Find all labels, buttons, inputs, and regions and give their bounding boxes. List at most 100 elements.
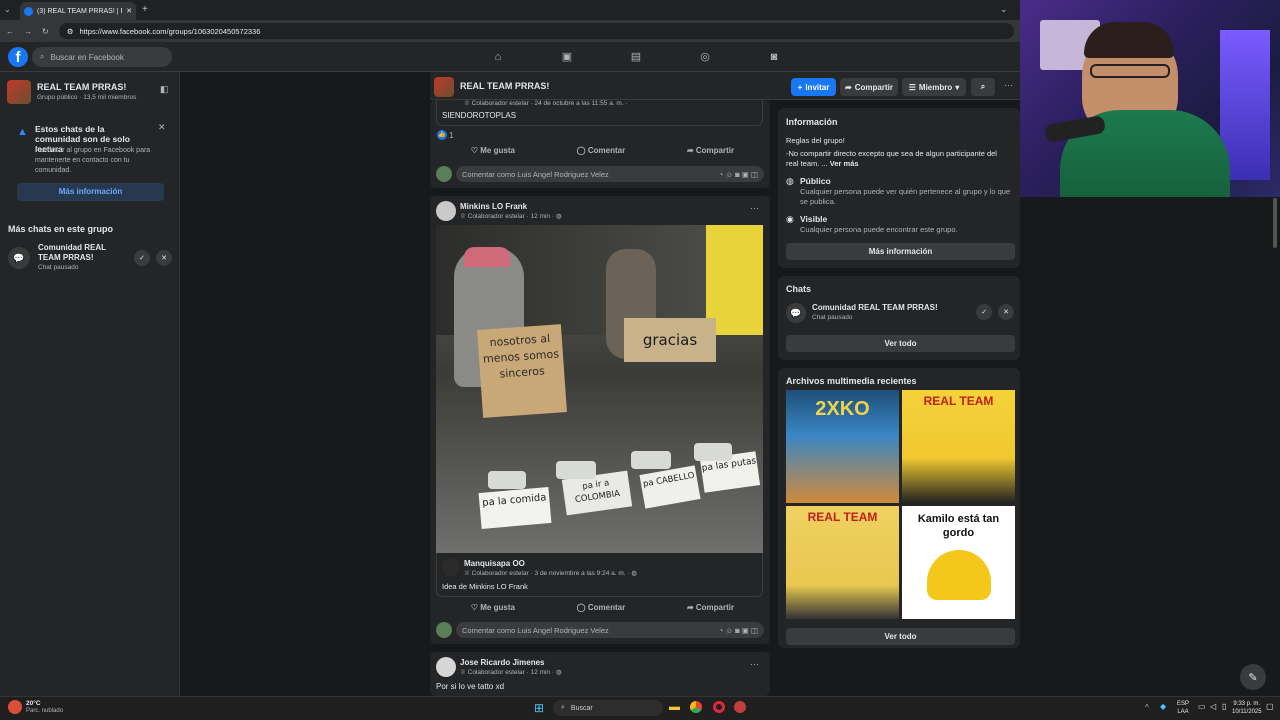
notification-icon[interactable]: ▢ — [1266, 702, 1274, 711]
more-info-button[interactable]: Más información — [17, 183, 164, 201]
group-name[interactable]: REAL TEAM PRRAS! — [37, 82, 126, 92]
like-button[interactable]: ♡ Me gusta — [471, 146, 515, 155]
post-options-icon[interactable]: ··· — [750, 659, 759, 669]
see-more-link[interactable]: Ver más — [830, 159, 859, 168]
post-author[interactable]: Jose Ricardo Jimenes — [460, 658, 544, 667]
author-avatar[interactable] — [436, 657, 456, 677]
badge-label: Colaborador estelar — [471, 100, 529, 107]
new-tab-icon[interactable]: + — [142, 4, 148, 15]
browser-tab[interactable]: (3) REAL TEAM PRRAS! | Facebo ✕ — [20, 2, 136, 20]
post-author[interactable]: Minkins LO Frank — [460, 202, 527, 211]
post-image[interactable]: nosotros al menos somos sinceros gracias… — [436, 225, 763, 553]
close-tab-icon[interactable]: ✕ — [126, 7, 132, 15]
file-explorer-icon[interactable]: ▬ — [669, 701, 680, 713]
reload-icon[interactable]: ↻ — [42, 27, 49, 36]
opera-icon[interactable] — [713, 701, 725, 713]
comment-tools-icon[interactable]: ◔ ☺ ◙ ▣ ◫ — [719, 170, 758, 179]
app-icon[interactable] — [734, 701, 746, 713]
chat-name[interactable]: Comunidad REAL TEAM PRRAS! — [38, 243, 128, 263]
globe-icon: ◍ — [555, 669, 562, 676]
member-button[interactable]: ☰ Miembro ▾ — [902, 78, 966, 96]
invite-button[interactable]: + Invitar — [791, 78, 836, 96]
comment-button[interactable]: ◯ Comentar — [577, 146, 626, 155]
post-time[interactable]: · 12 min · — [527, 669, 554, 676]
more-options-icon[interactable]: ··· — [1004, 80, 1013, 90]
post-time[interactable]: · 12 min · — [527, 213, 554, 220]
group-avatar[interactable] — [7, 80, 31, 104]
back-icon[interactable]: ← — [6, 27, 14, 36]
comment-input[interactable]: Comentar como Luis Angel Rodriguez Velez… — [456, 166, 764, 182]
chat-name[interactable]: Comunidad REAL TEAM PRRAS! — [812, 303, 938, 312]
like-reaction-icon[interactable]: 👍 — [437, 130, 447, 140]
share-button[interactable]: ➦ Compartir — [687, 603, 734, 612]
tab-search-icon[interactable]: ⌄ — [1000, 4, 1008, 15]
home-icon[interactable]: ⌂ — [491, 50, 505, 64]
windows-start-icon[interactable]: ⊞ — [534, 701, 544, 715]
media-thumb-realteam[interactable]: REAL TEAM — [902, 390, 1015, 503]
group-header-avatar[interactable] — [434, 77, 454, 97]
pink-cap — [464, 247, 510, 267]
group-meta: Grupo público · 13,5 mil miembros — [37, 94, 137, 101]
chrome-icon[interactable] — [690, 701, 702, 713]
shared-author-avatar[interactable] — [442, 558, 460, 576]
sign-gracias: gracias — [624, 318, 716, 362]
like-button[interactable]: ♡ Me gusta — [471, 603, 515, 612]
author-avatar[interactable] — [436, 201, 456, 221]
close-notice-icon[interactable]: ✕ — [158, 122, 166, 133]
see-all-media-button[interactable]: Ver todo — [786, 628, 1015, 645]
weather-temp[interactable]: 20°C — [26, 700, 41, 707]
battery-icon[interactable]: ▯ — [1222, 702, 1226, 711]
weather-icon[interactable] — [8, 700, 22, 714]
comment-button[interactable]: ◯ Comentar — [577, 603, 626, 612]
shared-author[interactable]: Manquisapa OO — [464, 559, 525, 568]
close-icon[interactable]: ✕ — [156, 250, 172, 266]
like-label: Me gusta — [480, 603, 515, 612]
new-message-icon[interactable]: ✎ — [1240, 664, 1266, 690]
chat-avatar-icon[interactable]: 💬 — [786, 303, 806, 323]
groups-icon[interactable]: ◎ — [698, 50, 712, 64]
more-info-button[interactable]: Más información — [786, 243, 1015, 260]
video-icon[interactable]: ▣ — [560, 50, 574, 64]
post-date[interactable]: · 3 de noviembre a las 9:24 a. m. · — [531, 570, 630, 577]
facebook-search-input[interactable]: ⌕ Buscar en Facebook — [32, 47, 172, 67]
media-thumb-kamilo[interactable]: Kamilo está tan gordo — [902, 506, 1015, 619]
media-thumb-realteam-2[interactable]: REAL TEAM — [786, 506, 899, 619]
lang-secondary: LAA — [1177, 709, 1189, 715]
volume-icon[interactable]: ◁ — [1210, 702, 1216, 711]
facebook-logo[interactable]: f — [8, 47, 28, 67]
sidebar-toggle-icon[interactable]: ◧ — [160, 84, 169, 95]
media-thumb-2xko[interactable]: 2XKO — [786, 390, 899, 503]
tab-menu-icon[interactable]: ⌄ — [4, 5, 14, 15]
facebook-favicon-icon — [24, 6, 33, 16]
tray-chevron-icon[interactable]: ^ — [1145, 703, 1149, 712]
group-search-icon[interactable]: ⌕ — [971, 78, 995, 96]
rules-text: -No compartir directo excepto que sea de… — [786, 149, 1011, 169]
comment-tools-icon[interactable]: ◔ ☺ ◙ ▣ ◫ — [719, 626, 758, 635]
clock[interactable]: 9:33 p. m. 10/11/2025 — [1232, 700, 1262, 716]
page-scrollbar[interactable] — [1273, 198, 1277, 248]
comment-input[interactable]: Comentar como Luis Angel Rodriguez Velez… — [456, 622, 764, 638]
site-info-icon[interactable]: ⚙ — [67, 27, 74, 36]
user-avatar[interactable] — [436, 622, 452, 638]
chat-avatar-icon[interactable]: 💬 — [8, 247, 30, 269]
check-icon[interactable]: ✓ — [976, 304, 992, 320]
user-avatar[interactable] — [436, 166, 452, 182]
share-group-button[interactable]: ➦ Compartir — [840, 78, 898, 96]
reaction-count[interactable]: 1 — [449, 131, 453, 140]
taskbar-search-input[interactable]: ⌕ Buscar — [553, 700, 663, 716]
language-indicator[interactable]: ESP LAA — [1177, 700, 1189, 716]
see-all-chats-button[interactable]: Ver todo — [786, 335, 1015, 352]
gaming-icon[interactable]: ◙ — [767, 50, 781, 64]
check-icon[interactable]: ✓ — [134, 250, 150, 266]
group-header-title[interactable]: REAL TEAM PRRAS! — [460, 81, 549, 91]
network-icon[interactable]: ▭ — [1198, 702, 1206, 711]
forward-icon[interactable]: → — [24, 27, 32, 36]
post-options-icon[interactable]: ··· — [750, 203, 759, 213]
share-button[interactable]: ➦ Compartir — [687, 146, 734, 155]
url-field[interactable]: ⚙ https://www.facebook.com/groups/106302… — [58, 23, 1014, 39]
close-icon[interactable]: ✕ — [998, 304, 1014, 320]
tray-icon[interactable]: ◆ — [1160, 702, 1166, 711]
media-thumb-caption: Kamilo está tan gordo — [917, 513, 1000, 539]
marketplace-icon[interactable]: ▤ — [629, 50, 643, 64]
post-date[interactable]: · 24 de octubre a las 11:55 a. m. · — [531, 100, 628, 107]
